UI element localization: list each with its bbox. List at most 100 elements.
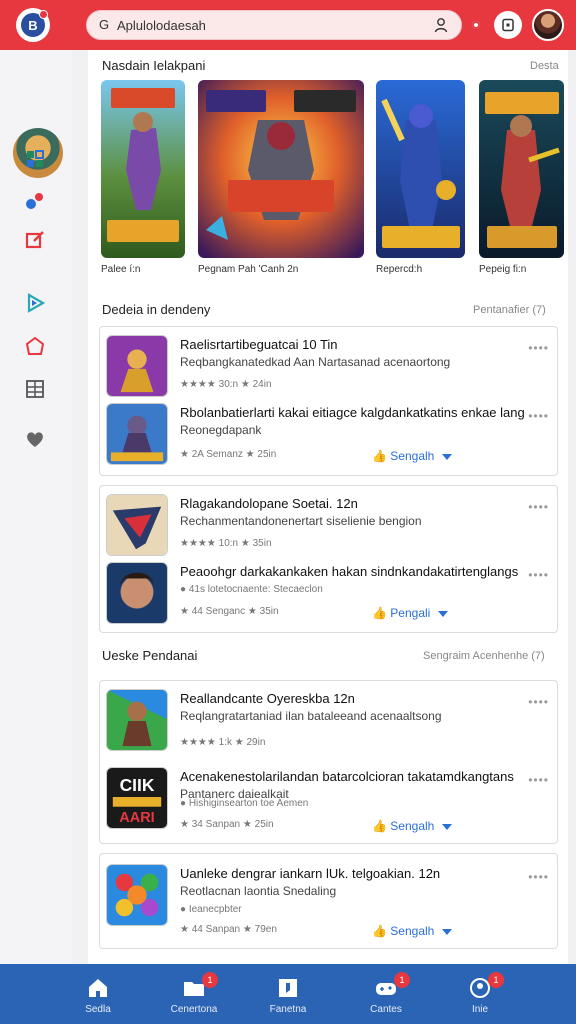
wallet-icon [502,18,514,32]
featured-game-card[interactable] [376,80,465,258]
notification-badge: 1 [202,972,218,988]
section-more-link[interactable]: Pentanafier (7) [473,304,546,316]
app-thumbnail [106,494,168,556]
nav-item-home[interactable]: Sedla [50,964,146,1024]
person-icon[interactable] [433,17,449,33]
more-options-icon[interactable]: •••• [528,568,549,582]
app-title: Raelisrtartibeguatcai 10 Tin [180,337,338,352]
app-subtitle: Reotlacnan laontia Snedaling [180,884,337,898]
chevron-down-icon [442,823,453,830]
install-button[interactable]: 👍 Sengalh [372,449,453,463]
sidebar [0,50,72,964]
app-subtitle: Reonegdapank [180,423,262,437]
home-icon [89,979,107,997]
app-title: Reallandcante Oyereskba 12n [180,691,355,706]
search-bar[interactable]: G Aplulolodaesah [86,10,462,40]
nav-label: Inie [471,1004,489,1015]
app-subtitle: Rechanmentandonenertart siselienie bengi… [180,514,422,528]
play-icon[interactable] [22,290,48,316]
featured-title: Nasdain Ielakpani [102,58,206,73]
install-label: Sengalh [390,819,435,833]
app-thumbnail [106,562,168,624]
share-icon[interactable] [22,188,48,214]
app-subtitle: Reqbangkanatedkad Aan Nartasanad acenaor… [180,355,451,369]
featured-game-card[interactable] [479,80,564,258]
nav-item-favorites[interactable]: Fanetna [240,964,336,1024]
list-item[interactable]: Raelisrtartibeguatcai 10 Tin Reqbangkana… [106,335,551,401]
app-title: Uanleke dengrar iankarn lUk. telgoakian.… [180,866,441,881]
search-icon: G [99,17,110,32]
nav-label: Fanetna [269,1004,307,1015]
thumbs-up-icon: 👍 [372,449,387,463]
user-avatar[interactable] [532,9,564,41]
app-meta: ★ 44 Senganc ★ 35in [180,606,279,617]
bookmark-icon [279,979,297,997]
more-options-icon[interactable]: •••• [528,773,549,787]
shield-icon[interactable] [22,334,48,360]
nav-label: Cenertona [170,1004,218,1015]
thumbs-up-icon: 👍 [372,606,387,620]
section-title: Ueske Pendanai [102,648,198,663]
search-input[interactable]: Aplulolodaesah [117,18,206,33]
featured-caption: Repercd:h [376,264,423,275]
install-button[interactable]: 👍 Sengalh [372,819,453,833]
nav-item-profile[interactable]: 1 Inie [432,964,528,1024]
more-options-icon[interactable]: •••• [528,341,549,355]
more-options-icon[interactable]: •••• [528,870,549,884]
section-more-link[interactable]: Sengraim Acenhenhe (7) [423,650,545,662]
wallet-button[interactable] [494,11,522,39]
app-meta: ● Ieanecpbter [180,904,242,915]
featured-game-card[interactable] [101,80,185,258]
app-meta: ★ 2A Semanz ★ 25in [180,449,277,460]
record-dot-icon [472,21,480,29]
notification-badge: 1 [488,972,504,988]
app-list-card: Reallandcante Oyereskba 12n Reqlangratar… [99,680,558,844]
list-item[interactable]: CIIK AARI Acenakenestolarilandan batarcol… [106,767,551,833]
install-button[interactable]: 👍 Pengali [372,606,449,620]
list-item[interactable]: Rlagakandolopane Soetai. 12n Rechanmenta… [106,494,551,560]
app-logo[interactable]: B [16,8,50,42]
grid-icon[interactable] [22,376,48,402]
nav-item-collections[interactable]: 1 Cenertona [146,964,242,1024]
list-item[interactable]: Reallandcante Oyereskba 12n Reqlangratar… [106,689,551,755]
nav-label: Cantes [370,1004,402,1015]
install-label: Sengalh [390,449,435,463]
list-item[interactable]: Uanleke dengrar iankarn lUk. telgoakian.… [106,864,551,938]
nav-item-games[interactable]: 1 Cantes [338,964,434,1024]
list-item[interactable]: Peaoohgr darkakankaken hakan sindnkandak… [106,562,551,628]
featured-caption: Pegnam Pah 'Canh 2n [198,264,299,275]
install-button[interactable]: 👍 Sengalh [372,924,453,938]
app-title: Peaoohgr darkakankaken hakan sindnkandak… [180,564,519,579]
app-title: Rbolanbatierlarti kakai eitiagce kalgdan… [180,405,525,420]
edit-icon[interactable] [22,226,48,252]
featured-game-card[interactable] [198,80,364,258]
chevron-down-icon [442,928,453,935]
bottom-navigation: Sedla 1 Cenertona Fanetna 1 Cantes 1 Ini… [0,964,576,1024]
app-meta: ● 41s lotetocnaente: Stecaeclon [180,584,323,595]
app-thumbnail [106,335,168,397]
more-options-icon[interactable]: •••• [528,500,549,514]
featured-more-link[interactable]: Desta [530,60,559,72]
app-thumbnail [106,689,168,751]
app-title: Acenakenestolarilandan batarcolcioran ta… [180,769,514,784]
notification-badge: 1 [394,972,410,988]
app-meta: ● Hishiginsearton toe Aemen [180,798,309,809]
app-list-card: Rlagakandolopane Soetai. 12n Rechanmenta… [99,485,558,633]
app-meta: ★ 34 Sanpan ★ 25in [180,819,274,830]
heart-icon[interactable] [22,426,48,452]
list-item[interactable]: Rbolanbatierlarti kakai eitiagce kalgdan… [106,403,551,469]
install-label: Sengalh [390,924,435,938]
more-options-icon[interactable]: •••• [528,409,549,423]
apps-icon[interactable] [22,146,48,172]
app-thumbnail: CIIK AARI [106,767,168,829]
featured-caption: Palee í:n [101,264,141,275]
more-options-icon[interactable]: •••• [528,695,549,709]
app-meta: ★★★★ 30:n ★ 24in [180,379,272,390]
app-list-card: Uanleke dengrar iankarn lUk. telgoakian.… [99,853,558,949]
app-thumbnail [106,403,168,465]
chevron-down-icon [442,453,453,460]
chevron-down-icon [438,610,449,617]
install-label: Pengali [390,606,431,620]
app-title: Rlagakandolopane Soetai. 12n [180,496,358,511]
logo-icon: B [21,10,48,37]
